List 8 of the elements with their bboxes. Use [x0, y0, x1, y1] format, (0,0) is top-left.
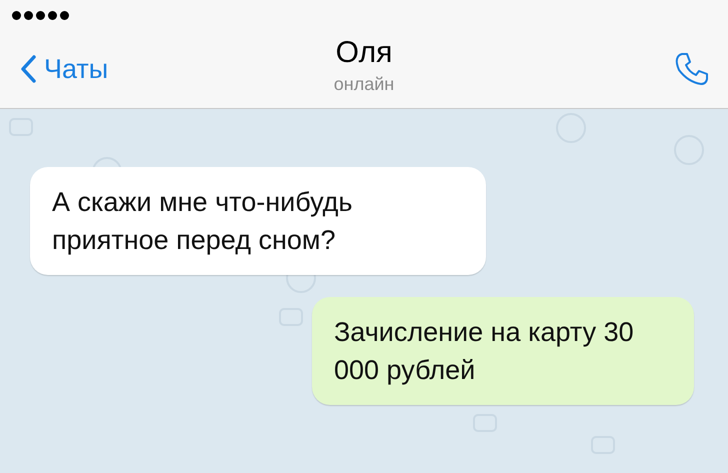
outgoing-message: Зачисление на карту 30 000 рублей: [312, 297, 694, 405]
contact-name: Оля: [336, 36, 392, 70]
back-button[interactable]: Чаты: [20, 54, 108, 84]
incoming-message: А скажи мне что-нибудь приятное перед сном?: [30, 167, 486, 275]
chevron-icon: [20, 55, 36, 83]
phone-icon[interactable]: [674, 51, 710, 87]
signal-icon: [12, 10, 69, 20]
contact-status: онлайн: [334, 74, 394, 95]
